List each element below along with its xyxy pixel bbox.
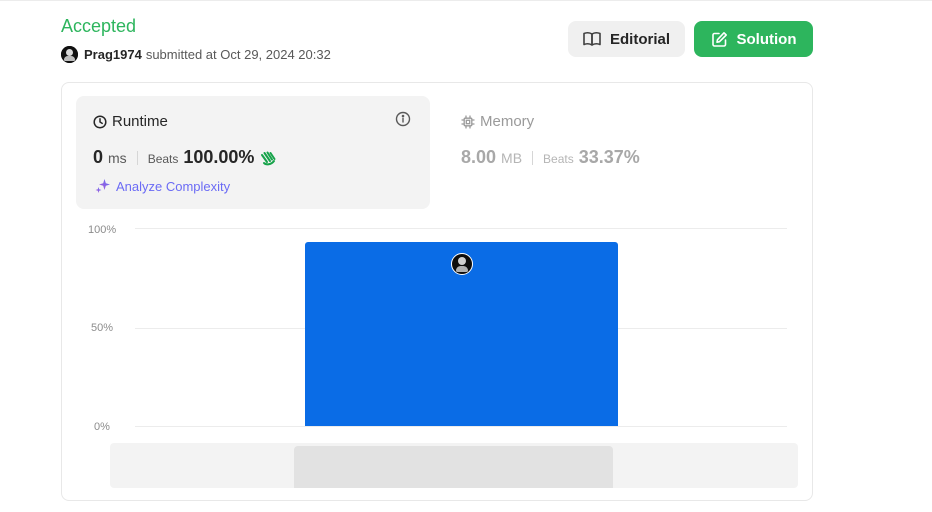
runtime-beats-label: Beats — [147, 152, 179, 166]
memory-unit: MB — [501, 150, 523, 166]
submission-info: Prag1974 submitted at Oct 29, 2024 20:32 — [61, 46, 331, 63]
y-tick-label: 50% — [91, 322, 114, 334]
y-tick-label: 100% — [88, 224, 117, 236]
runtime-beats-value: 100.00% — [183, 147, 255, 167]
runtime-unit: ms — [108, 150, 127, 166]
runtime-stats: 0 ms Beats 100.00% — [93, 147, 277, 168]
solution-button[interactable]: Solution — [694, 21, 813, 57]
clapping-hands-icon — [261, 151, 276, 165]
top-divider — [0, 0, 932, 1]
solution-label: Solution — [736, 30, 797, 48]
memory-beats-value: 33.37% — [578, 147, 640, 167]
memory-stats: 8.00 MB Beats 33.37% — [461, 147, 640, 168]
submission-status: Accepted — [61, 16, 137, 36]
chart-range-handle[interactable] — [294, 446, 613, 488]
user-avatar[interactable] — [61, 46, 78, 63]
gridline — [135, 228, 787, 229]
memory-label: Memory — [480, 113, 535, 130]
runtime-label: Runtime — [112, 113, 168, 130]
memory-value: 8.00 — [461, 147, 497, 167]
gridline — [135, 426, 787, 427]
editorial-label: Editorial — [609, 30, 670, 48]
sparkles-icon — [95, 179, 110, 193]
username-link[interactable]: Prag1974 — [84, 47, 142, 62]
runtime-header: Runtime — [93, 113, 168, 130]
clock-icon — [93, 114, 107, 129]
your-position-avatar[interactable] — [450, 252, 473, 275]
analyze-complexity-link[interactable]: Analyze Complexity — [95, 178, 230, 194]
book-open-icon — [583, 32, 601, 46]
memory-beats-label: Beats — [543, 152, 574, 166]
info-circle-icon[interactable] — [395, 111, 411, 127]
analyze-complexity-label: Analyze Complexity — [116, 178, 231, 194]
editorial-button[interactable]: Editorial — [568, 21, 685, 57]
pencil-square-icon — [711, 31, 727, 47]
stat-divider — [532, 150, 534, 165]
chip-icon — [461, 114, 475, 129]
runtime-value: 0 — [93, 147, 104, 167]
memory-tab[interactable]: Memory — [461, 113, 534, 130]
submitted-timestamp: submitted at Oct 29, 2024 20:32 — [145, 47, 331, 62]
y-tick-label: 0% — [94, 421, 110, 433]
stat-divider — [136, 150, 138, 165]
